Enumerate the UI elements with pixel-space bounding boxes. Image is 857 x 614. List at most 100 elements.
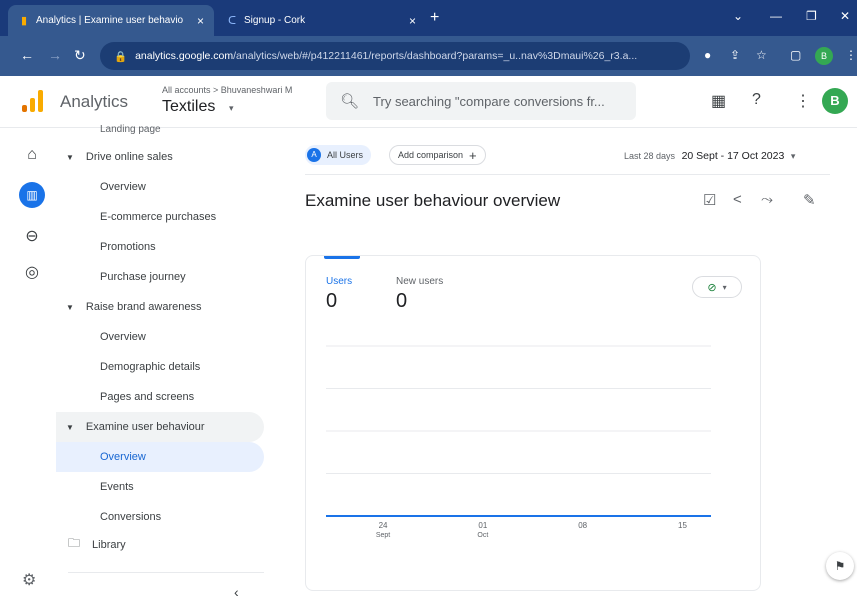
x-tick-label: 08 xyxy=(578,521,587,530)
date-range-value: 20 Sept - 17 Oct 2023 xyxy=(681,150,785,162)
sidebar-item-overview[interactable]: Overview xyxy=(56,322,264,352)
data-quality-button[interactable]: ⊘ ▾ xyxy=(692,276,742,298)
add-comparison-button[interactable]: Add comparison + xyxy=(389,145,486,165)
feedback-icon[interactable]: ⚑ xyxy=(826,552,854,580)
reports-sidebar: Landing page ▼ Drive online sales Overvi… xyxy=(56,124,268,614)
cork-favicon-icon: ᑕ xyxy=(227,14,237,27)
date-range-prefix: Last 28 days xyxy=(624,151,676,161)
metric-new-users[interactable]: New users 0 xyxy=(396,276,443,313)
bookmark-star-icon[interactable]: ☆ xyxy=(756,48,767,62)
search-input[interactable]: 🔍︎ Try searching "compare conversions fr… xyxy=(326,82,636,120)
all-users-label: All Users xyxy=(327,150,364,160)
metric-label: New users xyxy=(396,276,444,287)
section-label: Raise brand awareness xyxy=(85,301,202,313)
all-users-chip[interactable]: A All Users xyxy=(305,145,372,165)
library-label: Library xyxy=(92,538,126,551)
caret-down-icon: ▾ xyxy=(790,151,796,161)
sidebar-divider xyxy=(68,572,264,573)
share-report-icon[interactable]: < xyxy=(733,191,742,208)
sidebar-item-purchase-journey[interactable]: Purchase journey xyxy=(56,262,264,292)
caret-down-icon: ▼ xyxy=(66,302,74,312)
url-host: analytics.google.com xyxy=(135,50,234,62)
metric-value: 0 xyxy=(396,290,408,312)
analytics-favicon-icon: ▮ xyxy=(20,14,28,27)
check-circle-icon: ⊘ xyxy=(707,281,717,294)
section-label: Drive online sales xyxy=(85,151,173,163)
metric-value: 0 xyxy=(326,290,338,312)
folder-icon: 🗀 xyxy=(68,536,81,550)
account-breadcrumb[interactable]: All accounts > Bhuvaneshwari M xyxy=(162,85,292,95)
section-label: Examine user behaviour xyxy=(85,421,205,433)
tab-close-icon[interactable]: × xyxy=(197,14,204,28)
url-input[interactable]: 🔒 analytics.google.com /analytics/web/#/… xyxy=(100,42,690,70)
collapse-sidebar-icon[interactable]: ‹ xyxy=(234,584,239,600)
x-tick-label: 24 xyxy=(379,521,388,530)
sidepanel-icon[interactable]: ▢ xyxy=(790,48,801,62)
reload-icon[interactable]: ↻ xyxy=(74,47,86,64)
caret-down-icon: ▾ xyxy=(229,103,234,113)
sidebar-item-promotions[interactable]: Promotions xyxy=(56,232,264,262)
comparison-badge: A xyxy=(307,148,321,162)
browser-menu-icon[interactable]: ⋮ xyxy=(845,48,857,62)
metric-users[interactable]: Users 0 xyxy=(326,276,352,313)
card-accent-bar xyxy=(324,256,360,259)
caret-down-icon: ▾ xyxy=(722,282,727,292)
property-name: Textiles xyxy=(162,98,216,115)
sidebar-item-pages-and-screens[interactable]: Pages and screens xyxy=(56,382,264,412)
sidebar-item-conversions[interactable]: Conversions xyxy=(56,502,264,532)
apps-grid-icon[interactable]: ▦ xyxy=(711,91,726,111)
customize-report-icon[interactable]: ☑ xyxy=(703,191,716,209)
insights-icon[interactable]: ⤳ xyxy=(761,191,773,208)
lock-icon: 🔒 xyxy=(114,50,128,63)
tab-title: Analytics | Examine user behavio xyxy=(36,15,184,26)
browser-profile-avatar[interactable]: B xyxy=(815,47,833,65)
back-icon[interactable]: ← xyxy=(20,47,34,63)
window-close-icon[interactable]: ✕ xyxy=(840,9,850,23)
date-range-picker[interactable]: Last 28 days 20 Sept - 17 Oct 2023 ▾ xyxy=(624,150,795,162)
sidebar-section-examine-user-behaviour[interactable]: ▼ Examine user behaviour xyxy=(56,412,264,442)
reports-icon[interactable]: ▥ xyxy=(19,182,45,208)
sidebar-item-library[interactable]: 🗀 Library xyxy=(68,534,126,555)
account-avatar[interactable]: B xyxy=(822,88,848,114)
address-bar: ← → ↻ 🔒 analytics.google.com /analytics/… xyxy=(0,36,857,76)
browser-tab-bar: ▮ Analytics | Examine user behavio × ᑕ S… xyxy=(0,0,857,36)
x-tick-sublabel: Oct xyxy=(477,532,488,539)
new-tab-button[interactable]: + xyxy=(430,9,439,27)
sidebar-section-raise-brand-awareness[interactable]: ▼ Raise brand awareness xyxy=(56,292,264,322)
tab-close-icon[interactable]: × xyxy=(409,14,416,28)
sidebar-item-events[interactable]: Events xyxy=(56,472,264,502)
sidebar-item-overview-active[interactable]: Overview xyxy=(56,442,264,472)
edit-pencil-icon[interactable]: ✎ xyxy=(803,191,816,209)
sidebar-item-ecommerce-purchases[interactable]: E-commerce purchases xyxy=(56,202,264,232)
extension-icon[interactable]: ● xyxy=(704,48,711,62)
explore-icon[interactable]: ⊖ xyxy=(22,226,42,246)
x-tick-label: 15 xyxy=(678,521,687,530)
sidebar-item-landing-page[interactable]: Landing page xyxy=(100,124,161,135)
tab-signup[interactable]: ᑕ Signup - Cork × xyxy=(216,5,426,36)
analytics-logo-icon xyxy=(22,90,44,112)
users-line-chart: 24 Sept 01 Oct 08 15 xyxy=(326,345,711,539)
chevron-down-icon[interactable]: ⌄ xyxy=(733,9,743,23)
share-icon[interactable]: ⇪ xyxy=(730,48,740,62)
help-icon[interactable]: ? xyxy=(752,91,761,109)
metric-label: Users xyxy=(326,276,353,287)
caret-down-icon: ▼ xyxy=(66,422,74,432)
home-icon[interactable]: ⌂ xyxy=(22,146,42,164)
minimize-icon[interactable]: — xyxy=(770,9,782,23)
maximize-icon[interactable]: ❐ xyxy=(806,9,817,23)
settings-gear-icon[interactable]: ⚙ xyxy=(22,570,36,590)
more-vert-icon[interactable]: ⋮ xyxy=(795,91,811,111)
page-title: Examine user behaviour overview xyxy=(305,191,561,210)
search-icon: 🔍︎ xyxy=(340,93,360,110)
x-tick-sublabel: Sept xyxy=(376,532,390,539)
sidebar-item-overview[interactable]: Overview xyxy=(56,172,264,202)
sidebar-section-drive-online-sales[interactable]: ▼ Drive online sales xyxy=(56,142,264,172)
url-path: /analytics/web/#/p412211461/reports/dash… xyxy=(233,50,638,62)
analytics-header: Analytics All accounts > Bhuvaneshwari M… xyxy=(0,76,857,128)
sidebar-item-demographic-details[interactable]: Demographic details xyxy=(56,352,264,382)
advertising-icon[interactable]: ◎ xyxy=(22,262,42,282)
forward-icon[interactable]: → xyxy=(48,47,62,63)
app-name: Analytics xyxy=(60,92,129,111)
add-comparison-label: Add comparison xyxy=(398,150,464,160)
tab-analytics[interactable]: ▮ Analytics | Examine user behavio × xyxy=(8,5,214,36)
